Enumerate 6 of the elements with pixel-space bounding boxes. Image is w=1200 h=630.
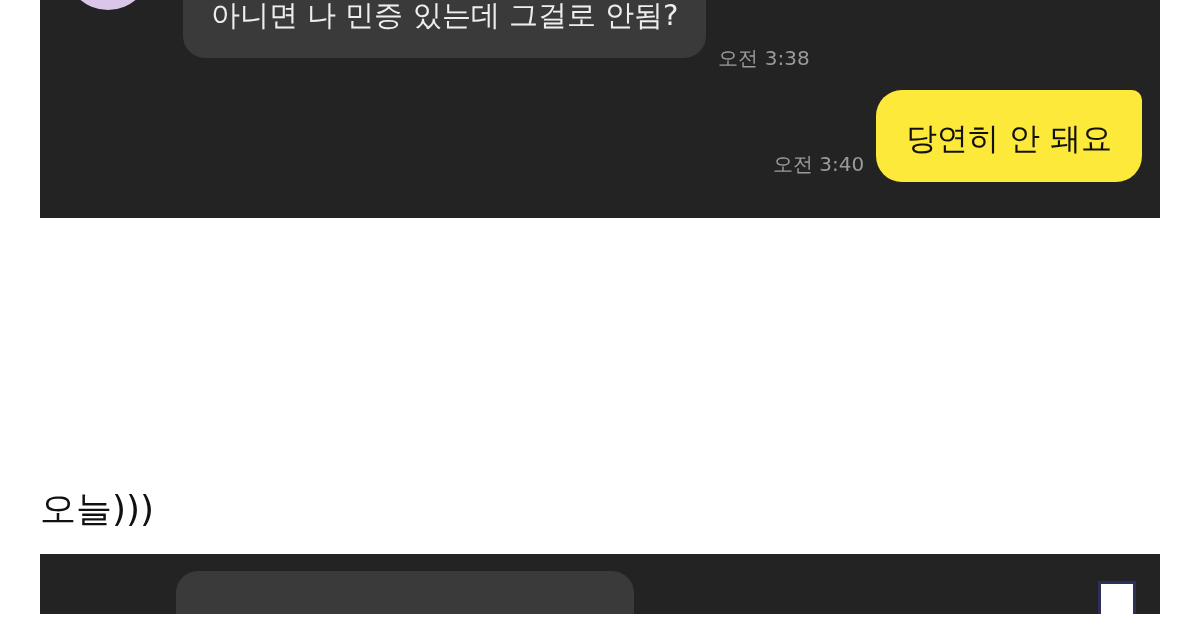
message-time: 오전 3:38: [718, 45, 810, 72]
caption-text: 오늘))): [40, 487, 156, 531]
message-time: 오전 3:40: [773, 151, 865, 178]
sent-message: 당연히 안 돼요: [876, 90, 1142, 182]
received-message: 아니면 나 민증 있는데 그걸로 안됨?: [183, 0, 707, 58]
badge-icon: [1098, 581, 1136, 614]
